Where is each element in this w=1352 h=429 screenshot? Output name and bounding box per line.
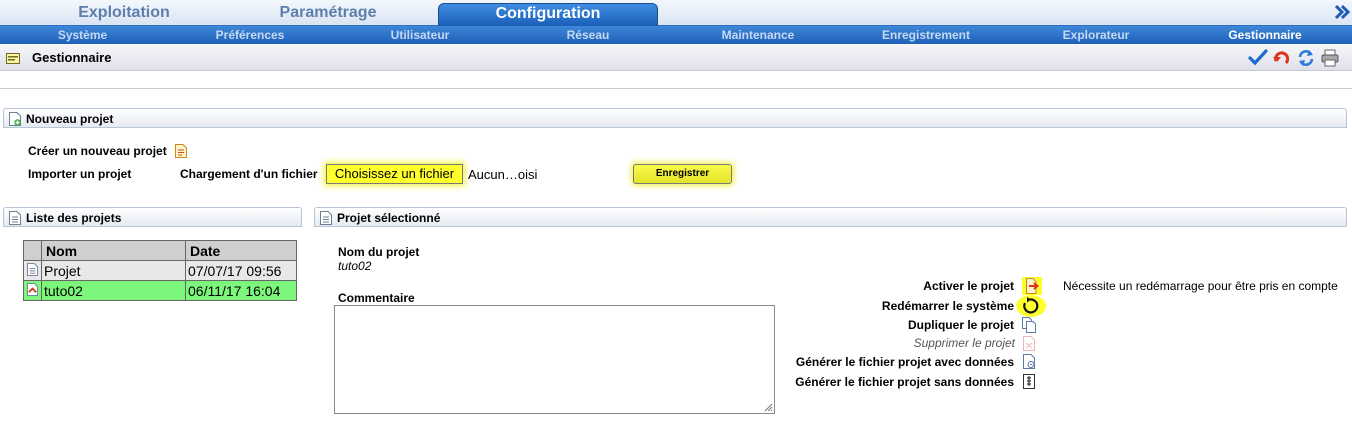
subtab-explorateur[interactable]: Explorateur <box>1048 26 1144 44</box>
delete-project-link[interactable]: Supprimer le projet <box>914 336 1015 350</box>
project-date-cell: 07/07/17 09:56 <box>185 260 297 281</box>
subtab-maintenance[interactable]: Maintenance <box>708 26 808 44</box>
column-header-date[interactable]: Date <box>185 240 297 261</box>
table-row[interactable]: tuto02 06/11/17 16:04 <box>23 280 297 301</box>
create-project-icon[interactable] <box>175 144 187 158</box>
subtab-utilisateur[interactable]: Utilisateur <box>370 26 470 44</box>
selected-project-section-header: Projet sélectionné <box>314 207 1347 227</box>
list-icon <box>9 211 21 225</box>
restart-note: Nécessite un redémarrage pour être pris … <box>1063 279 1338 293</box>
project-name-cell: tuto02 <box>41 280 186 301</box>
restart-icon[interactable] <box>1016 295 1046 317</box>
new-project-icon <box>9 112 21 126</box>
subtab-reseau[interactable]: Réseau <box>548 26 628 44</box>
page-title-bar: Gestionnaire <box>0 44 1352 71</box>
project-file-icon <box>27 262 38 276</box>
project-list-section-header: Liste des projets <box>3 207 302 227</box>
icon-column-header <box>23 240 42 261</box>
resize-grip-icon[interactable] <box>763 402 773 412</box>
export-without-data-icon[interactable] <box>1022 373 1036 389</box>
choose-file-button[interactable]: Choisissez un fichier <box>326 164 463 184</box>
subtab-enregistrement[interactable]: Enregistrement <box>870 26 982 44</box>
main-tab-bar: Exploitation Paramétrage Configuration <box>0 0 1352 26</box>
export-with-data-icon[interactable] <box>1022 353 1036 369</box>
validate-check-icon[interactable] <box>1248 49 1268 67</box>
new-project-section-header: Nouveau projet <box>3 108 1347 128</box>
generate-without-data-link[interactable]: Générer le fichier projet sans données <box>795 375 1014 389</box>
create-project-label: Créer un nouveau projet <box>28 144 167 158</box>
project-date-cell: 06/11/17 16:04 <box>185 280 297 301</box>
selected-project-header-label: Projet sélectionné <box>337 211 441 225</box>
undo-icon[interactable] <box>1272 49 1292 67</box>
project-row-cell-icon <box>23 280 42 301</box>
project-list-header-label: Liste des projets <box>26 211 122 225</box>
print-icon[interactable] <box>1320 49 1340 67</box>
manager-icon <box>6 53 20 64</box>
refresh-icon[interactable] <box>1296 49 1316 67</box>
import-project-label: Importer un projet <box>28 167 132 181</box>
activate-icon[interactable] <box>1022 277 1042 295</box>
project-name-value: tuto02 <box>338 259 372 273</box>
column-header-nom[interactable]: Nom <box>41 240 186 261</box>
file-status-text: Aucun…oisi <box>468 167 538 182</box>
divider <box>0 88 1352 89</box>
subtab-systeme[interactable]: Système <box>30 26 135 44</box>
app-window: Exploitation Paramétrage Configuration S… <box>0 0 1352 429</box>
delete-icon[interactable] <box>1022 335 1036 351</box>
page-title: Gestionnaire <box>32 50 112 65</box>
tab-exploitation[interactable]: Exploitation <box>40 3 208 26</box>
project-row-cell-icon <box>23 260 42 281</box>
tab-configuration[interactable]: Configuration <box>438 3 658 26</box>
file-upload-label: Chargement d'un fichier <box>180 167 318 181</box>
restart-system-link[interactable]: Redémarrer le système <box>882 299 1014 313</box>
table-header-row: Nom Date <box>23 240 297 261</box>
new-project-header-label: Nouveau projet <box>26 112 114 126</box>
project-name-cell: Projet <box>41 260 186 281</box>
project-icon <box>320 211 332 225</box>
comment-label: Commentaire <box>338 291 415 305</box>
table-row[interactable]: Projet 07/07/17 09:56 <box>23 260 297 281</box>
generate-with-data-link[interactable]: Générer le fichier projet avec données <box>796 355 1014 369</box>
activate-project-link[interactable]: Activer le projet <box>923 279 1014 293</box>
active-project-icon <box>27 282 38 296</box>
project-table: Nom Date Projet 07/07/17 09:56 tuto02 06… <box>23 240 297 301</box>
sub-tab-bar: Système Préférences Utilisateur Réseau M… <box>0 26 1352 44</box>
project-name-label: Nom du projet <box>338 245 420 259</box>
subtab-preferences[interactable]: Préférences <box>195 26 305 44</box>
duplicate-project-link[interactable]: Dupliquer le projet <box>908 318 1014 332</box>
save-button[interactable]: Enregistrer <box>633 164 732 184</box>
comment-textarea[interactable] <box>334 305 775 414</box>
double-chevron-right-icon[interactable] <box>1334 3 1350 21</box>
tab-parametrage[interactable]: Paramétrage <box>248 3 408 26</box>
subtab-gestionnaire[interactable]: Gestionnaire <box>1210 26 1320 44</box>
duplicate-icon[interactable] <box>1022 317 1036 333</box>
